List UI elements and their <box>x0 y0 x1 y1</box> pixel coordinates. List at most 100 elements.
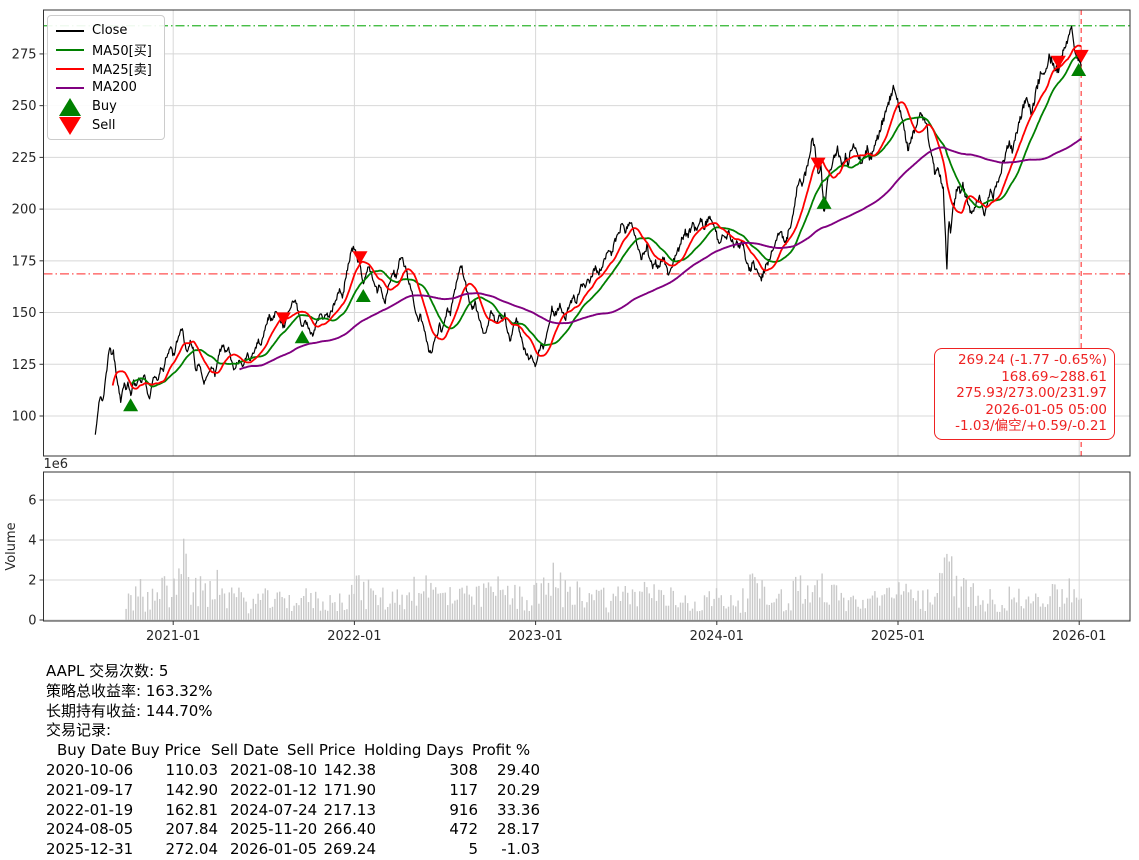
trade-cell: 2022-01-19 <box>46 800 134 819</box>
trade-row: 2025-12-31 272.04 2026-01-05 269.24 5 -1.03 <box>0 840 1139 860</box>
legend-item-buy: Buy <box>55 97 157 116</box>
trade-row: 2022-01-19 162.81 2024-07-24 217.13 916 33.36 <box>0 801 1139 821</box>
chart-legend: Close MA50[买] MA25[卖] MA200 Buy Sell <box>47 15 165 140</box>
line-sample-icon <box>56 29 84 32</box>
annotation-ma-values: 275.93/273.00/231.97 <box>956 385 1107 402</box>
buy-marker <box>123 398 139 412</box>
legend-label: MA200 <box>92 80 137 95</box>
volume-tick-label: 4 <box>28 534 36 549</box>
legend-item-ma25: MA25[卖] <box>55 59 157 78</box>
trade-row: 2021-09-17 142.90 2022-01-12 171.90 117 20.29 <box>0 781 1139 801</box>
trade-cell: 2020-10-06 <box>46 760 134 779</box>
trade-col-header: Sell Date <box>211 741 279 760</box>
volume-pane-border <box>43 471 1131 622</box>
trade-cell: 207.84 <box>165 820 219 839</box>
summary-records-title: 交易记录: <box>46 721 112 740</box>
legend-label: MA25[卖] <box>92 63 152 78</box>
trade-cell: 2021-09-17 <box>46 780 134 799</box>
buy-marker <box>294 330 310 344</box>
trade-cell: 33.36 <box>497 800 540 819</box>
summary-trade-count: AAPL 交易次数: 5 <box>46 662 169 680</box>
trade-cell: 5 <box>468 840 478 859</box>
price-tick-label: 250 <box>12 99 37 114</box>
legend-line-swatch <box>55 48 85 51</box>
volume-tick-label: 2 <box>28 574 36 589</box>
stock-strategy-figure: { "legend": { "items": [ {"label": "Clos… <box>0 0 1139 858</box>
trade-table: 2020-10-06 110.03 2021-08-10 142.38 308 29.40… <box>0 761 1139 860</box>
trade-cell: 20.29 <box>497 780 540 799</box>
legend-label: Buy <box>92 99 117 114</box>
tick-labels: 100 125 150 175 200 225 250 275 0 2 4 6 2021-01 2022-… <box>4 47 1106 644</box>
annotation-price-change: 269.24 (-1.77 -0.65%) <box>957 352 1107 368</box>
legend-line-swatch <box>55 29 85 32</box>
date-tick-label: 2021-01 <box>146 629 200 644</box>
volume-tick-label: 6 <box>28 494 36 509</box>
trade-cell: 272.04 <box>165 840 219 859</box>
trade-cell: 916 <box>449 800 478 819</box>
volume-bars <box>125 538 1082 620</box>
trade-cell: 2025-12-31 <box>46 840 134 859</box>
legend-item-ma50: MA50[买] <box>55 40 157 59</box>
legend-line-swatch <box>55 86 85 89</box>
trade-cell: 142.90 <box>165 780 219 799</box>
sell-triangle-icon <box>59 116 81 135</box>
trade-cell: 171.90 <box>323 780 377 799</box>
volume-axis-label: Volume <box>4 522 19 570</box>
trade-col-header: Sell Price <box>287 741 356 760</box>
line-sample-icon <box>56 86 84 89</box>
trade-cell: 269.24 <box>323 840 377 859</box>
summary-strategy-return: 策略总收益率: 163.32% <box>46 681 213 700</box>
trade-col-header: Buy Date <box>57 741 127 760</box>
trade-cell: 2024-08-05 <box>46 820 134 839</box>
line-sample-icon <box>56 48 84 51</box>
buy-marker <box>816 195 832 209</box>
trade-table-header: Buy Date Buy Price Sell Date Sell Price Hold… <box>0 741 1139 761</box>
legend-item-close: Close <box>55 21 157 40</box>
trade-cell: 117 <box>449 780 478 799</box>
annotation-range: 168.69~288.61 <box>1001 368 1107 385</box>
trade-cell: 28.17 <box>497 820 540 839</box>
quote-annotation-box: 269.24 (-1.77 -0.65%) 168.69~288.61 275.… <box>934 348 1115 440</box>
price-tick-label: 175 <box>12 254 37 269</box>
legend-item-ma200: MA200 <box>55 78 157 97</box>
trade-cell: 29.40 <box>497 760 540 779</box>
price-tick-label: 100 <box>12 410 37 425</box>
trade-row: 2024-08-05 207.84 2025-11-20 266.40 472 28.17 <box>0 820 1139 840</box>
legend-marker-swatch <box>55 116 85 135</box>
price-tick-label: 125 <box>12 358 37 373</box>
price-tick-label: 275 <box>12 47 37 62</box>
gridlines <box>43 10 1130 621</box>
annotation-signal: -1.03/偏空/+0.59/-0.21 <box>955 418 1107 435</box>
ma25-line <box>111 44 1082 390</box>
date-tick-label: 2022-01 <box>327 629 381 644</box>
line-sample-icon <box>56 67 84 70</box>
annotation-datetime: 2026-01-05 05:00 <box>985 401 1107 418</box>
buy-triangle-icon <box>59 97 81 116</box>
buy-marker <box>1071 63 1087 77</box>
legend-marker-swatch <box>55 97 85 116</box>
strategy-summary: AAPL 交易次数: 5 策略总收益率: 163.32% 长期持有收益: 144… <box>0 662 1139 860</box>
date-tick-label: 2025-01 <box>871 629 925 644</box>
trade-cell: 142.38 <box>323 760 377 779</box>
trade-cell: 472 <box>449 820 478 839</box>
price-tick-label: 225 <box>12 151 37 166</box>
trade-col-header: Holding Days <box>364 741 464 760</box>
legend-label: Close <box>92 23 128 38</box>
trade-cell: 308 <box>449 760 478 779</box>
trade-cell: 217.13 <box>323 800 377 819</box>
legend-label: MA50[买] <box>92 44 152 59</box>
legend-item-sell: Sell <box>55 116 157 135</box>
summary-buyhold-return: 长期持有收益: 144.70% <box>46 701 213 720</box>
date-tick-label: 2026-01 <box>1052 629 1106 644</box>
buy-marker <box>355 289 371 303</box>
price-tick-label: 150 <box>12 306 37 321</box>
legend-line-swatch <box>55 67 85 70</box>
trade-cell: -1.03 <box>501 840 540 859</box>
trade-cell: 266.40 <box>323 820 377 839</box>
date-tick-label: 2024-01 <box>690 629 744 644</box>
trade-col-header: Buy Price <box>131 741 202 760</box>
trade-row: 2020-10-06 110.03 2021-08-10 142.38 308 29.40 <box>0 761 1139 781</box>
price-volume-chart: 100 125 150 175 200 225 250 275 0 2 4 6 2021-01 2022-… <box>4 9 1131 644</box>
date-tick-label: 2023-01 <box>508 629 562 644</box>
volume-tick-label: 0 <box>28 614 36 629</box>
